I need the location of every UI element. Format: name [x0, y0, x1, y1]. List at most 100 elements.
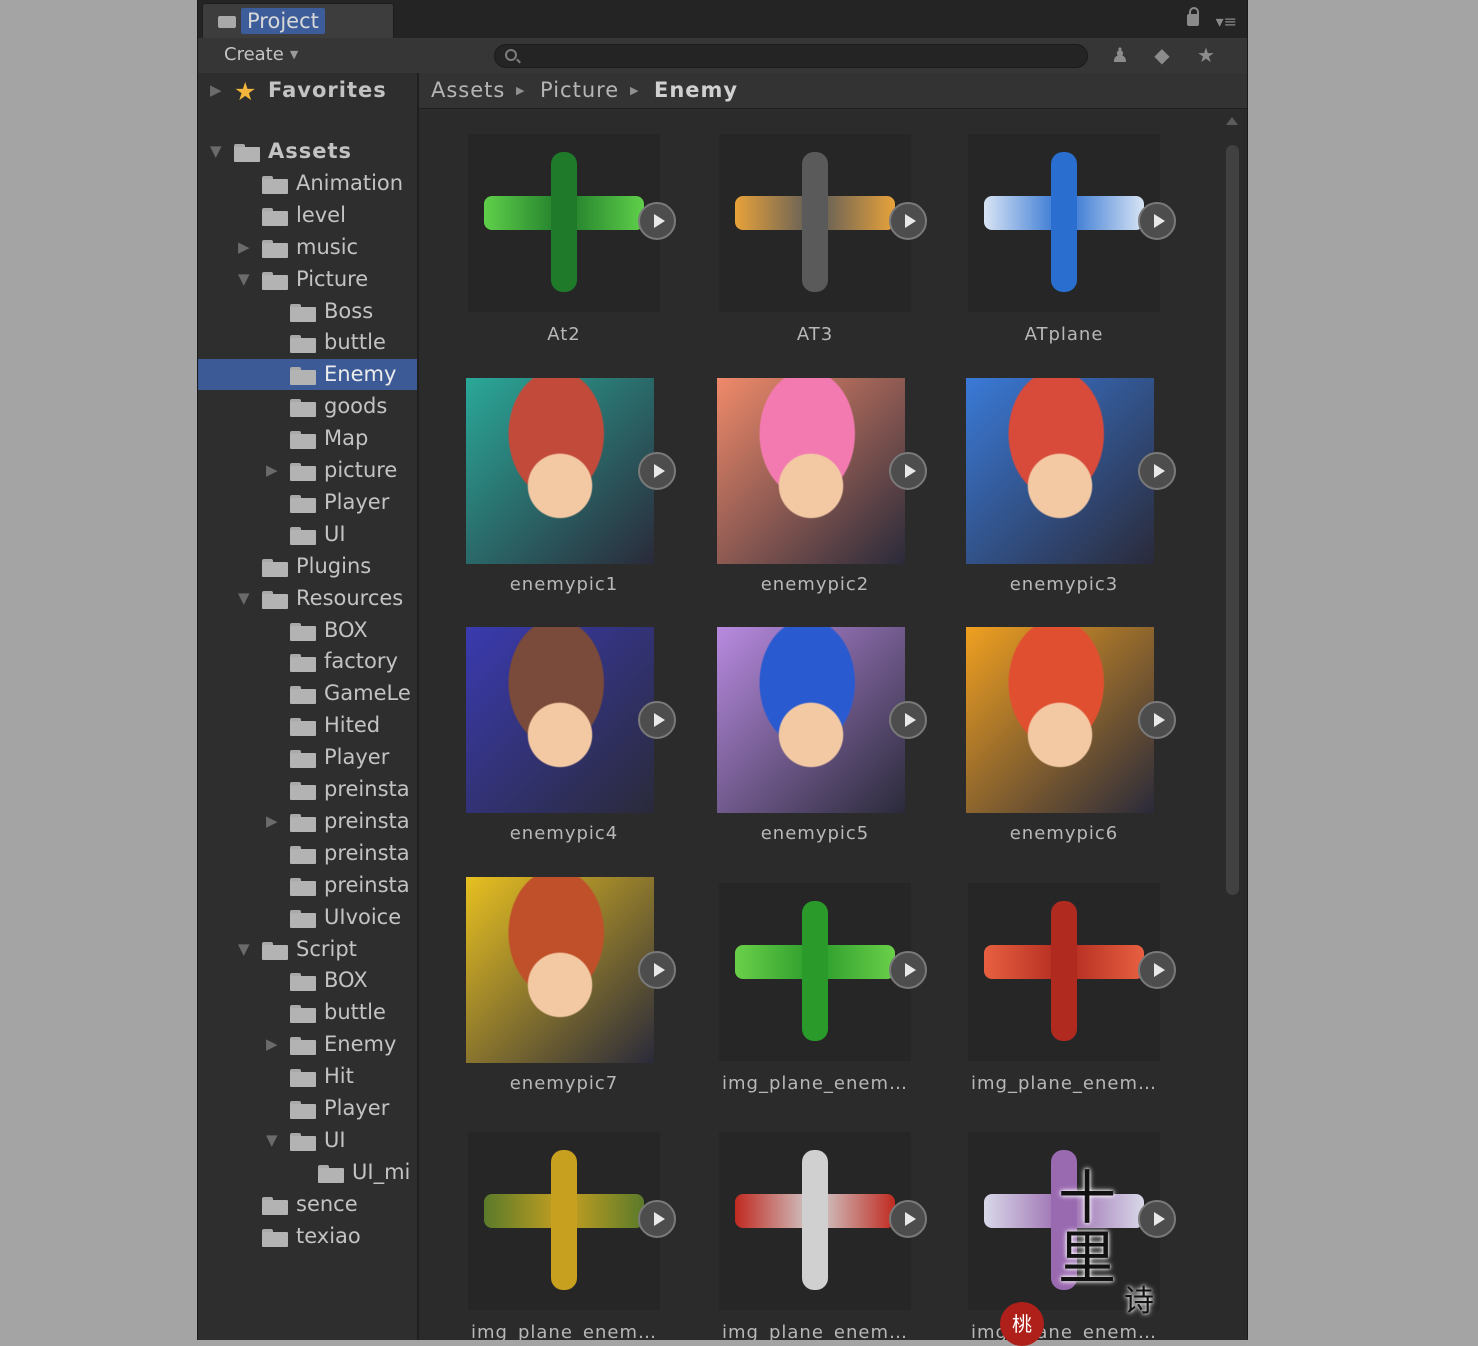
filter-by-type-icon[interactable]: ♟ — [1108, 44, 1132, 66]
breadcrumb: Assets ▶ Picture ▶ Enemy — [419, 73, 1247, 109]
collapse-arrow-icon[interactable]: ▼ — [238, 940, 250, 958]
asset-item[interactable]: ATplane — [944, 128, 1184, 377]
scroll-thumb[interactable] — [1226, 145, 1239, 895]
asset-label: enemypic3 — [1009, 574, 1119, 595]
play-icon[interactable] — [638, 951, 676, 989]
collapse-arrow-icon[interactable]: ▼ — [210, 142, 222, 160]
tree-item[interactable]: ▼ Picture — [198, 264, 417, 295]
asset-item[interactable]: img_plane_enem… — [695, 1126, 935, 1340]
play-icon[interactable] — [638, 1200, 676, 1238]
tree-item[interactable]: UI — [198, 519, 417, 550]
asset-item[interactable]: enemypic6 — [944, 627, 1184, 876]
tree-item[interactable]: buttle — [198, 327, 417, 358]
play-icon[interactable] — [1138, 701, 1176, 739]
play-icon[interactable] — [889, 452, 927, 490]
tree-item[interactable]: Plugins — [198, 551, 417, 582]
asset-item[interactable]: enemypic7 — [444, 877, 684, 1126]
play-icon[interactable] — [889, 951, 927, 989]
tree-item[interactable]: sence — [198, 1189, 417, 1220]
tree-item[interactable]: preinsta — [198, 870, 417, 901]
collapse-arrow-icon[interactable]: ▼ — [266, 1131, 278, 1149]
play-icon[interactable] — [1138, 452, 1176, 490]
tree-item[interactable]: Hit — [198, 1061, 417, 1092]
asset-item[interactable]: img_plane_enem… — [695, 877, 935, 1126]
tree-item[interactable]: ▶ Enemy — [198, 1029, 417, 1060]
tree-item[interactable]: ▶ preinsta — [198, 806, 417, 837]
save-search-star-icon[interactable]: ★ — [1194, 44, 1218, 66]
tree-item[interactable]: Player — [198, 487, 417, 518]
tree-item-label: Player — [324, 1096, 390, 1120]
tree-item[interactable]: Map — [198, 423, 417, 454]
tree-item[interactable]: level — [198, 200, 417, 231]
asset-item[interactable]: enemypic2 — [695, 378, 935, 627]
tree-item[interactable]: ▼ Script — [198, 934, 417, 965]
play-icon[interactable] — [638, 452, 676, 490]
asset-item[interactable]: At2 — [444, 128, 684, 377]
collapse-arrow-icon[interactable]: ▼ — [238, 589, 250, 607]
tree-item[interactable]: preinsta — [198, 838, 417, 869]
tree-item[interactable]: ▶ picture — [198, 455, 417, 486]
project-tab[interactable]: Project — [202, 3, 394, 39]
asset-item[interactable]: AT3 — [695, 128, 935, 377]
play-icon[interactable] — [889, 1200, 927, 1238]
tree-item[interactable]: ▼ Assets — [198, 136, 417, 167]
tree-item[interactable]: buttle — [198, 997, 417, 1028]
tree-item[interactable]: goods — [198, 391, 417, 422]
scrollbar[interactable] — [1223, 113, 1241, 1340]
tree-item[interactable]: Player — [198, 1093, 417, 1124]
search-input[interactable] — [523, 45, 1077, 69]
expand-arrow-icon[interactable]: ▶ — [266, 812, 278, 830]
expand-arrow-icon[interactable]: ▶ — [210, 81, 222, 99]
tree-item[interactable]: factory — [198, 646, 417, 677]
search-box[interactable] — [494, 44, 1088, 69]
asset-item[interactable]: enemypic5 — [695, 627, 935, 876]
play-icon[interactable] — [889, 701, 927, 739]
asset-item[interactable]: enemypic1 — [444, 378, 684, 627]
tree-item[interactable]: GameLe — [198, 678, 417, 709]
tree-item[interactable]: BOX — [198, 615, 417, 646]
menu-icon[interactable]: ▾≡ — [1216, 14, 1237, 30]
pink-haired-girl-portrait — [717, 378, 905, 564]
play-icon[interactable] — [1138, 202, 1176, 240]
tree-item[interactable]: UI_mi — [198, 1157, 417, 1188]
breadcrumb-enemy[interactable]: Enemy — [654, 73, 738, 108]
scroll-up-arrow-icon[interactable] — [1226, 117, 1238, 125]
filter-by-label-icon[interactable]: ◆ — [1150, 44, 1174, 66]
folder-icon — [262, 558, 288, 577]
ship-body — [1051, 901, 1077, 1041]
asset-item[interactable]: enemypic3 — [944, 378, 1184, 627]
create-button[interactable]: Create ▼ — [224, 43, 298, 67]
play-icon[interactable] — [889, 202, 927, 240]
tree-item[interactable]: Boss — [198, 296, 417, 327]
collapse-arrow-icon[interactable]: ▼ — [238, 270, 250, 288]
white-haired-girl-portrait — [966, 378, 1154, 564]
expand-arrow-icon[interactable]: ▶ — [238, 238, 250, 256]
play-icon[interactable] — [638, 701, 676, 739]
asset-item[interactable]: img_plane_enem… — [444, 1126, 684, 1340]
tree-item[interactable]: ▼ Resources — [198, 583, 417, 614]
play-icon[interactable] — [638, 202, 676, 240]
breadcrumb-picture[interactable]: Picture — [540, 73, 619, 108]
tree-item[interactable]: texiao — [198, 1221, 417, 1252]
play-icon[interactable] — [1138, 1200, 1176, 1238]
tree-item[interactable]: Player — [198, 742, 417, 773]
tree-item-label: Script — [296, 936, 357, 961]
folder-icon — [290, 782, 316, 800]
play-icon[interactable] — [1138, 951, 1176, 989]
asset-label: img_plane_enem… — [971, 1322, 1157, 1340]
tree-item[interactable]: ▼ UI — [198, 1125, 417, 1156]
tree-item[interactable]: Hited — [198, 710, 417, 741]
tree-item[interactable]: Animation — [198, 168, 417, 199]
asset-item[interactable]: img_plane_enem… — [944, 877, 1184, 1126]
lock-icon[interactable] — [1187, 7, 1199, 26]
tree-item[interactable]: ▶ music — [198, 232, 417, 263]
tree-item[interactable]: Enemy — [198, 359, 417, 391]
asset-item[interactable]: enemypic4 — [444, 627, 684, 876]
breadcrumb-assets[interactable]: Assets — [431, 73, 505, 108]
tree-item[interactable]: preinsta — [198, 774, 417, 805]
expand-arrow-icon[interactable]: ▶ — [266, 461, 278, 479]
tree-item[interactable]: UIvoice — [198, 902, 417, 933]
expand-arrow-icon[interactable]: ▶ — [266, 1035, 278, 1053]
favorites-row[interactable]: ▶ ★ Favorites — [198, 75, 417, 106]
tree-item[interactable]: BOX — [198, 965, 417, 996]
